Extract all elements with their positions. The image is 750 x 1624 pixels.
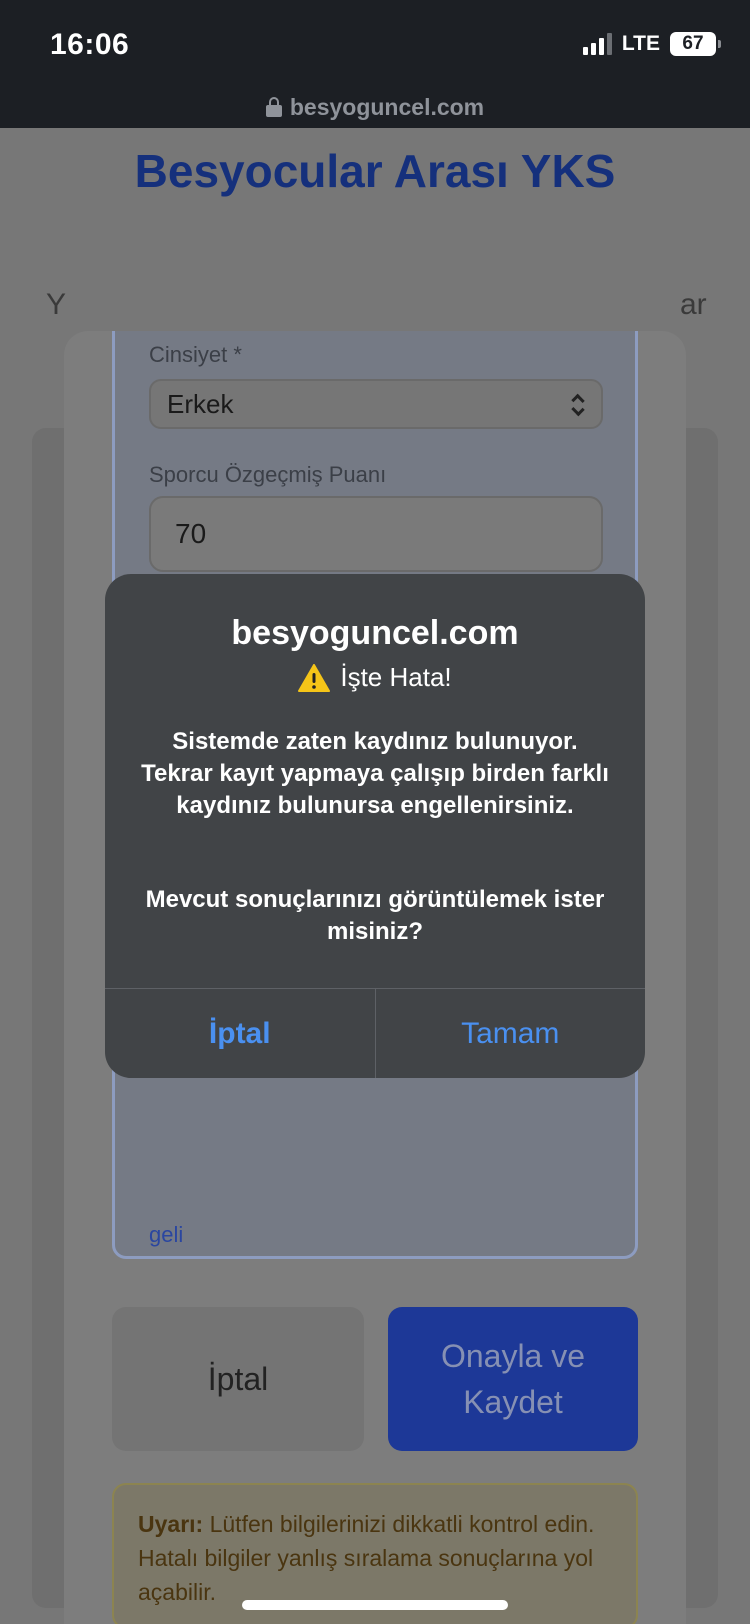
status-time: 16:06 xyxy=(50,28,130,61)
chevron-updown-icon xyxy=(569,393,587,417)
alert-ok-button[interactable]: Tamam xyxy=(374,989,646,1078)
network-type: LTE xyxy=(621,32,660,55)
page-text-fragment-right: ar xyxy=(680,288,707,321)
signal-icon xyxy=(582,33,612,55)
alert-message: Sistemde zaten kaydınız bulunuyor. Tekra… xyxy=(141,728,609,819)
warning-text: Lütfen bilgilerinizi dikkatli kontrol ed… xyxy=(138,1511,595,1605)
alert-buttons: İptal Tamam xyxy=(105,988,645,1078)
lock-icon xyxy=(265,97,282,117)
alert-subtitle: İşte Hata! xyxy=(340,662,452,692)
confirm-save-button[interactable]: Onayla ve Kaydet xyxy=(388,1307,638,1451)
status-bar: 16:06 LTE 67 xyxy=(0,0,750,86)
warning-bold: Uyarı: xyxy=(138,1511,204,1537)
warning-icon xyxy=(298,663,331,692)
alert-subtitle-row: İşte Hata! xyxy=(105,662,645,693)
alert-dialog: besyoguncel.com İşte Hata! Sistemde zate… xyxy=(105,574,645,1078)
sports-score-input[interactable]: 70 xyxy=(149,496,603,572)
gender-label: Cinsiyet * xyxy=(149,342,242,367)
sports-score-label: Sporcu Özgeçmiş Puanı xyxy=(149,462,387,487)
battery-icon: 67 xyxy=(670,32,721,56)
cancel-button[interactable]: İptal xyxy=(112,1307,364,1451)
alert-title: besyoguncel.com xyxy=(231,614,519,652)
status-indicators: LTE 67 xyxy=(582,32,721,56)
page-title: Besyocular Arası YKS xyxy=(134,145,616,197)
url-text: besyoguncel.com xyxy=(289,93,485,120)
battery-level: 67 xyxy=(682,33,704,54)
section-link[interactable]: geli xyxy=(149,1222,183,1248)
alert-question: Mevcut sonuçlarınızı görüntülemek ister … xyxy=(145,886,605,945)
personal-info-section: Cinsiyet * Erkek Sporcu Özgeçmiş Puanı 7… xyxy=(112,331,638,611)
page-text-fragment-left: Y xyxy=(46,288,67,321)
url-bar[interactable]: besyoguncel.com xyxy=(0,86,750,128)
gender-select-value: Erkek xyxy=(167,388,234,419)
home-indicator[interactable] xyxy=(242,1600,508,1610)
alert-cancel-button[interactable]: İptal xyxy=(105,989,375,1078)
gender-select[interactable]: Erkek xyxy=(149,379,603,429)
